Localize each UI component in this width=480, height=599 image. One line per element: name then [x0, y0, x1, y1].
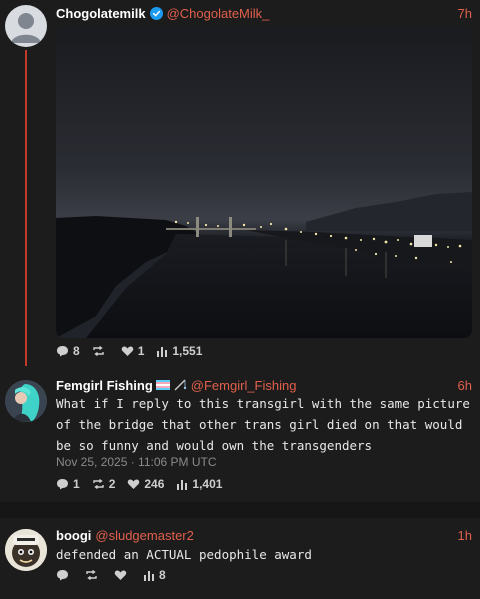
repost-button[interactable]: 2: [92, 477, 116, 491]
views-button[interactable]: 8: [143, 568, 166, 582]
avatar[interactable]: [5, 529, 47, 571]
post-date[interactable]: Nov 25, 2025 · 11:06 PM UTC: [56, 455, 217, 469]
reply-icon: [57, 479, 68, 490]
author-handle[interactable]: @sludgemaster2: [95, 528, 193, 543]
post-time[interactable]: 7h: [458, 6, 472, 21]
repost-icon: [92, 478, 104, 490]
author-handle[interactable]: @ChogolateMilk_: [167, 6, 270, 21]
like-icon: [114, 570, 127, 580]
verified-icon: [149, 6, 163, 20]
post-femgirl-fishing[interactable]: Femgirl Fishing @Femgirl_Fishing 6h What…: [0, 372, 480, 502]
reply-count: 1: [73, 477, 80, 491]
author-name[interactable]: boogi: [56, 528, 91, 543]
repost-button[interactable]: [92, 345, 109, 357]
reply-button[interactable]: 8: [56, 344, 80, 358]
reply-button[interactable]: [56, 569, 73, 581]
avatar[interactable]: [5, 380, 47, 422]
like-button[interactable]: 1: [121, 344, 145, 358]
author-name[interactable]: Femgirl Fishing: [56, 378, 153, 393]
views-button[interactable]: 1,551: [156, 344, 202, 358]
reply-icon: [57, 570, 68, 581]
post-text: What if I reply to this transgirl with t…: [56, 396, 470, 453]
default-avatar-icon[interactable]: [5, 5, 47, 47]
views-button[interactable]: 1,401: [176, 477, 222, 491]
post-stats: 1 2 246 1,401: [56, 476, 222, 492]
like-icon: [121, 346, 133, 356]
repost-icon: [86, 569, 97, 581]
repost-button[interactable]: [85, 569, 102, 581]
post-stats: 8 1 1,551: [56, 343, 202, 359]
post-header: Femgirl Fishing @Femgirl_Fishing 6h: [56, 376, 472, 394]
post-boogi[interactable]: boogi @sludgemaster2 1h defended an ACTU…: [0, 518, 480, 599]
trans-flag-icon: [155, 380, 170, 390]
views-icon: [157, 346, 168, 357]
post-header: boogi @sludgemaster2 1h: [56, 526, 472, 544]
post-header: Chogolatemilk @ChogolateMilk_ 7h: [56, 4, 472, 22]
views-icon: [144, 570, 154, 581]
reply-count: 8: [73, 344, 80, 358]
repost-icon: [92, 345, 104, 357]
like-icon: [128, 479, 140, 489]
author-handle[interactable]: @Femgirl_Fishing: [191, 378, 297, 393]
like-count: 1: [137, 344, 145, 358]
like-count: 246: [144, 477, 165, 491]
repost-count: 2: [108, 477, 116, 491]
post-chogolatemilk[interactable]: Chogolatemilk @ChogolateMilk_ 7h 8 1 1,5…: [0, 0, 480, 372]
post-time[interactable]: 6h: [458, 378, 472, 393]
like-button[interactable]: 246: [127, 477, 164, 491]
reply-button[interactable]: 1: [56, 477, 80, 491]
view-count: 1,401: [192, 477, 223, 491]
post-stats: 8: [56, 567, 166, 583]
post-image[interactable]: [56, 26, 472, 338]
like-button[interactable]: [114, 569, 131, 581]
fishing-rod-icon: [174, 379, 186, 391]
author-name[interactable]: Chogolatemilk: [56, 6, 146, 21]
view-count: 8: [159, 568, 166, 582]
post-time[interactable]: 1h: [458, 528, 472, 543]
thread-line: [25, 50, 27, 366]
reply-icon: [57, 346, 68, 357]
view-count: 1,551: [172, 344, 203, 358]
post-text: defended an ACTUAL pedophile award: [56, 547, 312, 562]
views-icon: [177, 479, 188, 490]
